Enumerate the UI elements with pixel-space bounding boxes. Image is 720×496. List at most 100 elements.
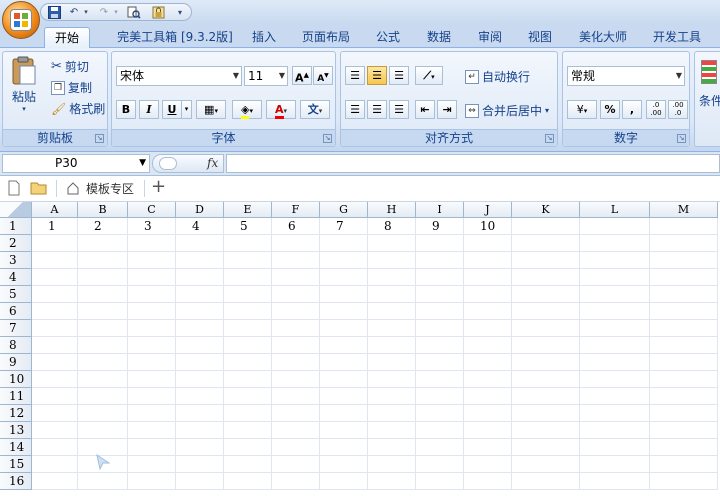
- table-cell[interactable]: [416, 388, 464, 405]
- table-cell[interactable]: [464, 252, 512, 269]
- tab-page-layout[interactable]: 页面布局: [298, 27, 354, 48]
- column-header[interactable]: F: [272, 202, 320, 218]
- shrink-font-button[interactable]: A▼: [313, 66, 333, 85]
- table-cell[interactable]: [320, 286, 368, 303]
- table-cell[interactable]: [416, 371, 464, 388]
- table-cell[interactable]: [272, 337, 320, 354]
- table-cell[interactable]: [650, 456, 718, 473]
- table-cell[interactable]: [512, 439, 580, 456]
- row-header[interactable]: 15: [0, 456, 32, 473]
- table-cell[interactable]: [272, 371, 320, 388]
- table-cell[interactable]: [78, 286, 128, 303]
- row-header[interactable]: 13: [0, 422, 32, 439]
- table-cell[interactable]: [128, 439, 176, 456]
- table-cell[interactable]: [416, 286, 464, 303]
- row-header[interactable]: 12: [0, 405, 32, 422]
- table-cell[interactable]: 6: [272, 218, 320, 235]
- select-all-corner[interactable]: [0, 202, 32, 218]
- search-icon[interactable]: [159, 157, 177, 170]
- table-cell[interactable]: [580, 456, 650, 473]
- row-header[interactable]: 7: [0, 320, 32, 337]
- align-center-button[interactable]: ☰: [367, 100, 387, 119]
- table-cell[interactable]: [368, 354, 416, 371]
- table-cell[interactable]: [368, 371, 416, 388]
- orientation-button[interactable]: ⟋▾: [415, 66, 443, 85]
- customize-qat-icon[interactable]: ▾: [173, 6, 187, 19]
- table-cell[interactable]: [416, 456, 464, 473]
- table-cell[interactable]: [272, 303, 320, 320]
- grow-font-button[interactable]: A▲: [292, 66, 312, 85]
- table-cell[interactable]: [32, 422, 78, 439]
- table-cell[interactable]: [580, 354, 650, 371]
- table-cell[interactable]: [650, 337, 718, 354]
- decrease-indent-button[interactable]: ⇤: [415, 100, 435, 119]
- table-cell[interactable]: [368, 337, 416, 354]
- table-cell[interactable]: [224, 456, 272, 473]
- table-cell[interactable]: [368, 405, 416, 422]
- table-cell[interactable]: [320, 303, 368, 320]
- table-cell[interactable]: [580, 269, 650, 286]
- table-cell[interactable]: [464, 354, 512, 371]
- wrap-text-button[interactable]: ↵ 自动换行: [465, 68, 530, 85]
- row-header[interactable]: 3: [0, 252, 32, 269]
- increase-indent-button[interactable]: ⇥: [437, 100, 457, 119]
- table-cell[interactable]: [512, 269, 580, 286]
- table-cell[interactable]: [512, 337, 580, 354]
- table-cell[interactable]: [78, 405, 128, 422]
- table-cell[interactable]: [272, 405, 320, 422]
- table-cell[interactable]: [272, 422, 320, 439]
- table-cell[interactable]: [416, 252, 464, 269]
- row-header[interactable]: 4: [0, 269, 32, 286]
- column-header[interactable]: L: [580, 202, 650, 218]
- table-cell[interactable]: [224, 303, 272, 320]
- column-header[interactable]: A: [32, 202, 78, 218]
- table-cell[interactable]: [320, 405, 368, 422]
- table-cell[interactable]: [224, 422, 272, 439]
- table-cell[interactable]: [128, 252, 176, 269]
- conditional-format-icon[interactable]: [701, 60, 717, 84]
- table-cell[interactable]: [464, 456, 512, 473]
- number-launcher-icon[interactable]: ↘: [677, 134, 686, 143]
- table-cell[interactable]: [224, 269, 272, 286]
- column-header[interactable]: G: [320, 202, 368, 218]
- phonetic-button[interactable]: 文▾: [300, 100, 330, 119]
- table-cell[interactable]: [512, 252, 580, 269]
- table-cell[interactable]: [128, 422, 176, 439]
- table-cell[interactable]: [78, 269, 128, 286]
- tab-developer[interactable]: 开发工具: [648, 27, 706, 48]
- table-cell[interactable]: 4: [176, 218, 224, 235]
- format-painter-button[interactable]: 🖌 格式刷: [51, 100, 105, 117]
- table-cell[interactable]: [272, 439, 320, 456]
- table-cell[interactable]: [128, 405, 176, 422]
- table-cell[interactable]: [272, 388, 320, 405]
- table-cell[interactable]: [78, 252, 128, 269]
- tab-data[interactable]: 数据: [421, 27, 457, 48]
- table-cell[interactable]: [32, 388, 78, 405]
- table-cell[interactable]: [650, 286, 718, 303]
- table-cell[interactable]: [580, 303, 650, 320]
- table-cell[interactable]: [512, 456, 580, 473]
- table-cell[interactable]: [512, 388, 580, 405]
- column-header[interactable]: I: [416, 202, 464, 218]
- insert-function-button[interactable]: fx: [207, 156, 218, 170]
- table-cell[interactable]: [32, 235, 78, 252]
- save-icon[interactable]: [47, 6, 61, 19]
- conditional-format-button[interactable]: 条件: [699, 92, 720, 109]
- table-cell[interactable]: [78, 303, 128, 320]
- table-cell[interactable]: [368, 388, 416, 405]
- align-top-button[interactable]: ☰: [345, 66, 365, 85]
- table-cell[interactable]: [176, 286, 224, 303]
- row-header[interactable]: 6: [0, 303, 32, 320]
- table-cell[interactable]: [224, 320, 272, 337]
- table-cell[interactable]: [464, 405, 512, 422]
- table-cell[interactable]: [464, 337, 512, 354]
- table-cell[interactable]: [32, 337, 78, 354]
- table-cell[interactable]: [650, 218, 718, 235]
- table-cell[interactable]: [320, 456, 368, 473]
- column-header[interactable]: E: [224, 202, 272, 218]
- table-cell[interactable]: [368, 456, 416, 473]
- table-cell[interactable]: [224, 286, 272, 303]
- table-cell[interactable]: [580, 371, 650, 388]
- row-header[interactable]: 14: [0, 439, 32, 456]
- table-cell[interactable]: [224, 371, 272, 388]
